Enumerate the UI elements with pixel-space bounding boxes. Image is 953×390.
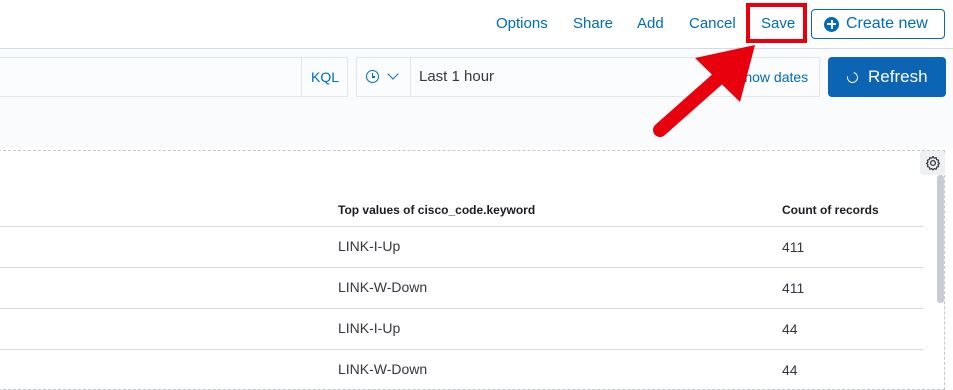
gear-icon [925, 155, 940, 171]
create-new-label: Create new [846, 15, 928, 32]
time-range-text[interactable]: Last 1 hour [419, 68, 494, 85]
table-cell: 411 [782, 280, 805, 296]
query-language-button[interactable]: KQL [301, 57, 348, 97]
table-cell: 411 [782, 239, 805, 255]
options-link[interactable]: Options [496, 15, 548, 32]
annotation-arrow [653, 45, 755, 137]
cancel-link[interactable]: Cancel [689, 15, 736, 32]
refresh-button[interactable]: Refresh [828, 57, 946, 97]
visualization-panel [0, 150, 945, 390]
chevron-down-icon [387, 68, 399, 80]
refresh-icon [844, 69, 861, 85]
table-cell: LINK-I-Up [338, 320, 401, 336]
table-scrollbar[interactable] [937, 175, 944, 303]
save-highlight-box [746, 3, 807, 43]
row-divider [0, 226, 923, 227]
plus-circle-icon [824, 16, 839, 32]
share-link[interactable]: Share [573, 15, 613, 32]
add-link[interactable]: Add [637, 15, 664, 32]
create-new-button[interactable]: Create new [811, 9, 945, 39]
row-divider [0, 349, 923, 350]
clock-icon [366, 70, 379, 83]
table-cell: LINK-W-Down [338, 279, 428, 295]
table-cell: 44 [782, 321, 798, 337]
quick-select-button[interactable] [356, 57, 411, 97]
panel-options-button[interactable] [920, 151, 945, 175]
row-divider [0, 267, 923, 268]
column-header-count[interactable]: Count of records [782, 203, 879, 217]
row-divider [0, 308, 923, 309]
refresh-label: Refresh [868, 67, 928, 86]
table-cell: LINK-I-Up [338, 238, 401, 254]
search-input[interactable] [0, 57, 348, 97]
column-header-top-values[interactable]: Top values of cisco_code.keyword [338, 203, 535, 217]
table-cell: 44 [782, 362, 798, 378]
